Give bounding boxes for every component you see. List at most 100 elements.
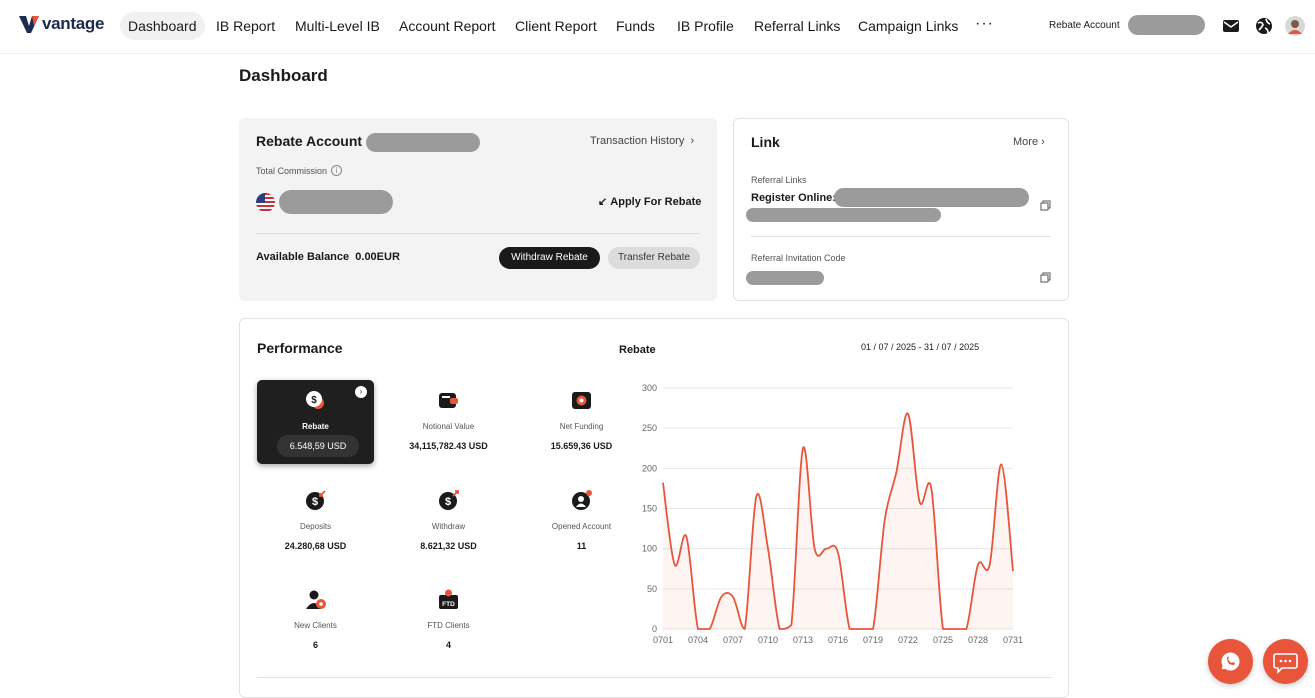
- vantage-logo[interactable]: vantage: [18, 14, 104, 34]
- stat-label: New Clients: [257, 621, 374, 630]
- register-online-label: Register Online:: [751, 192, 836, 204]
- globe-icon[interactable]: [1254, 16, 1274, 36]
- rebate-account-number-redacted: [366, 133, 480, 152]
- nav-dashboard[interactable]: Dashboard: [120, 12, 205, 40]
- nav-client-report[interactable]: Client Report: [507, 12, 605, 40]
- stat-label: Notional Value: [390, 422, 507, 431]
- y-tick-label: 0: [652, 624, 657, 634]
- y-tick-label: 250: [642, 423, 657, 433]
- stat-deposits[interactable]: $ Deposits 24.280,68 USD: [257, 480, 374, 564]
- top-navbar: vantage Dashboard IB Report Multi-Level …: [0, 0, 1315, 54]
- brand-name: vantage: [42, 14, 104, 34]
- stat-withdraw[interactable]: $ Withdraw 8.621,32 USD: [390, 480, 507, 564]
- divider: [257, 677, 1052, 678]
- rebate-account-card: Rebate Account Transaction History › Tot…: [239, 118, 717, 301]
- total-commission-label: Total Commission: [256, 166, 327, 176]
- series-area: [663, 413, 1013, 629]
- apply-arrow-icon: ↙: [598, 196, 610, 208]
- nav-ib-profile[interactable]: IB Profile: [669, 12, 742, 40]
- rebate-account-label: Rebate Account: [1049, 20, 1120, 31]
- more-menu-icon[interactable]: ···: [975, 15, 994, 33]
- total-commission: Total Commission i: [256, 165, 342, 176]
- chat-icon: [1263, 639, 1308, 684]
- nav-funds[interactable]: Funds: [608, 12, 663, 40]
- mail-icon[interactable]: [1221, 16, 1241, 36]
- page-title: Dashboard: [239, 66, 328, 86]
- apply-for-rebate-button[interactable]: ↙ Apply For Rebate: [598, 195, 701, 208]
- referral-invitation-code-label: Referral Invitation Code: [751, 253, 846, 263]
- y-tick-label: 150: [642, 504, 657, 514]
- wallet-icon: [438, 390, 459, 411]
- withdraw-icon: $: [438, 490, 459, 511]
- performance-card: Performance Rebate 01 / 07 / 2025 - 31 /…: [239, 318, 1069, 698]
- svg-text:$: $: [312, 496, 318, 508]
- stat-value: 8.621,32 USD: [390, 541, 507, 551]
- date-range-picker[interactable]: 01 / 07 / 2025 - 31 / 07 / 2025: [861, 342, 979, 352]
- transaction-history-link[interactable]: Transaction History ›: [590, 135, 694, 147]
- link-more-label: More: [1013, 136, 1038, 148]
- avatar[interactable]: [1285, 16, 1305, 36]
- rebate-account-title: Rebate Account: [256, 133, 362, 149]
- y-tick-label: 200: [642, 463, 657, 473]
- opened-account-icon: [571, 490, 592, 511]
- x-tick-label: 0704: [688, 635, 708, 645]
- rebate-line-chart: 0501001502002503000701070407070710071307…: [623, 371, 1033, 661]
- y-tick-label: 50: [647, 584, 657, 594]
- link-more-button[interactable]: More ›: [1013, 136, 1045, 148]
- copy-icon[interactable]: [1040, 272, 1051, 283]
- x-tick-label: 0725: [933, 635, 953, 645]
- link-card-title: Link: [751, 134, 780, 150]
- total-commission-value-redacted: [279, 190, 393, 214]
- info-icon[interactable]: i: [331, 165, 342, 176]
- nav-campaign-links[interactable]: Campaign Links: [850, 12, 966, 40]
- chat-button[interactable]: [1263, 639, 1308, 684]
- performance-title: Performance: [257, 340, 343, 356]
- chevron-right-icon: ›: [687, 135, 694, 147]
- invitation-code-redacted: [746, 271, 824, 285]
- stat-notional-value[interactable]: Notional Value 34,115,782.43 USD: [390, 380, 507, 464]
- available-balance-value: 0.00EUR: [355, 251, 400, 263]
- svg-text:$: $: [311, 395, 317, 406]
- copy-icon[interactable]: [1040, 200, 1051, 211]
- link-card: Link More › Referral Links Register Onli…: [733, 118, 1069, 301]
- new-client-icon: [305, 589, 326, 610]
- nav-ib-report[interactable]: IB Report: [208, 12, 283, 40]
- transaction-history-label: Transaction History: [590, 135, 684, 147]
- svg-text:$: $: [445, 496, 451, 508]
- x-tick-label: 0722: [898, 635, 918, 645]
- nav-account-report[interactable]: Account Report: [391, 12, 504, 40]
- divider: [751, 236, 1051, 237]
- chevron-right-icon: ›: [355, 386, 367, 398]
- stat-value: 6: [257, 640, 374, 650]
- x-tick-label: 0713: [793, 635, 813, 645]
- svg-text:FTD: FTD: [442, 601, 455, 608]
- stat-ftd-clients[interactable]: FTD FTD Clients 4: [390, 579, 507, 663]
- dollar-coin-icon: $: [305, 390, 326, 411]
- stat-value: 34,115,782.43 USD: [390, 441, 507, 451]
- x-tick-label: 0716: [828, 635, 848, 645]
- stat-value: 6.548,59 USD: [277, 435, 359, 457]
- nav-referral-links[interactable]: Referral Links: [746, 12, 848, 40]
- referral-links-label: Referral Links: [751, 175, 807, 185]
- ftd-icon: FTD: [438, 589, 459, 610]
- vantage-logo-mark-icon: [18, 14, 40, 34]
- x-tick-label: 0701: [653, 635, 673, 645]
- stat-new-clients[interactable]: New Clients 6: [257, 579, 374, 663]
- rebate-account-selector[interactable]: [1128, 15, 1205, 35]
- register-link-redacted: [834, 188, 1029, 207]
- x-tick-label: 0728: [968, 635, 988, 645]
- stat-value: 24.280,68 USD: [257, 541, 374, 551]
- transfer-rebate-button[interactable]: Transfer Rebate: [608, 247, 700, 269]
- deposit-icon: $: [305, 490, 326, 511]
- x-tick-label: 0719: [863, 635, 883, 645]
- safe-icon: [571, 390, 592, 411]
- stat-label: FTD Clients: [390, 621, 507, 630]
- withdraw-rebate-button[interactable]: Withdraw Rebate: [499, 247, 600, 269]
- chevron-right-icon: ›: [1038, 136, 1045, 148]
- whatsapp-button[interactable]: [1208, 639, 1253, 684]
- y-tick-label: 300: [642, 383, 657, 393]
- available-balance: Available Balance 0.00EUR: [256, 251, 400, 263]
- divider: [256, 233, 700, 234]
- nav-multi-level-ib[interactable]: Multi-Level IB: [287, 12, 388, 40]
- stat-rebate[interactable]: $ › Rebate 6.548,59 USD: [257, 380, 374, 464]
